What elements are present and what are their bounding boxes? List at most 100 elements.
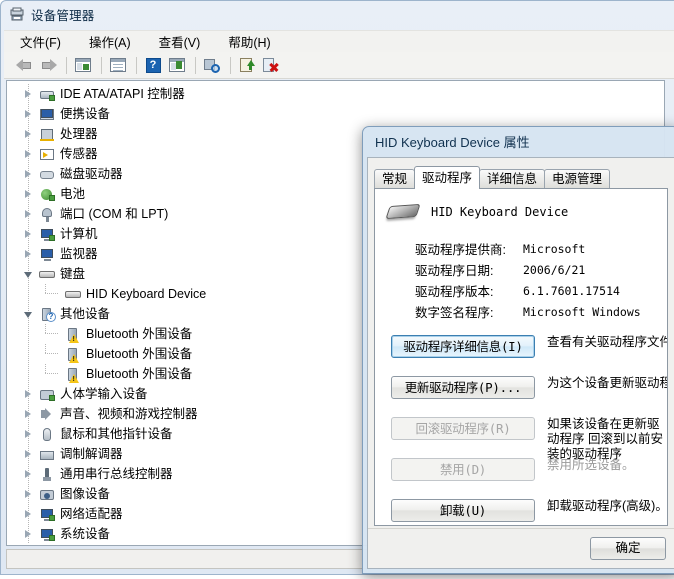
tree-expand-toggle[interactable] xyxy=(24,190,33,199)
driver-signer-row: 数字签名程序: Microsoft Windows xyxy=(415,301,667,322)
update-driver-button[interactable]: 更新驱动程序(P)... xyxy=(391,376,535,399)
show-hide-action-pane-button[interactable] xyxy=(166,54,188,76)
tree-expand-toggle[interactable] xyxy=(24,270,33,279)
toolbar-separator xyxy=(101,56,102,74)
forward-button[interactable] xyxy=(37,54,59,76)
dialog-footer: 确定 xyxy=(368,528,674,568)
window-titlebar: 设备管理器 xyxy=(1,1,674,28)
roll-back-driver-button: 回滚驱动程序(R) xyxy=(391,417,535,440)
tree-expand-toggle[interactable] xyxy=(24,170,33,179)
update-driver-icon xyxy=(239,57,255,73)
tree-expand-toggle[interactable] xyxy=(24,250,33,259)
driver-signer-value: Microsoft Windows xyxy=(523,304,641,319)
tree-expand-toggle[interactable] xyxy=(24,450,33,459)
tree-expand-toggle[interactable] xyxy=(24,90,33,99)
computer-icon xyxy=(39,227,55,242)
processor-icon xyxy=(39,127,55,142)
usb-icon xyxy=(39,467,55,482)
back-button[interactable] xyxy=(13,54,35,76)
toolbar: ? xyxy=(4,52,674,79)
device-name: HID Keyboard Device xyxy=(431,205,569,219)
disable-device-description: 禁用所选设备。 xyxy=(547,458,635,472)
help-question-icon: ? xyxy=(145,57,161,73)
tree-item-label: 键盘 xyxy=(60,266,86,281)
arrow-right-icon xyxy=(40,58,57,72)
tree-expand-toggle[interactable] xyxy=(24,230,33,239)
driver-version-label: 驱动程序版本: xyxy=(415,285,494,299)
action-pane-icon xyxy=(169,58,185,72)
imaging-device-icon xyxy=(39,487,55,502)
arrow-left-icon xyxy=(15,58,33,72)
tree-expand-toggle[interactable] xyxy=(24,310,33,319)
driver-tab-pane: HID Keyboard Device 驱动程序提供商: Microsoft 驱… xyxy=(374,188,668,526)
tree-item-label: 通用串行总线控制器 xyxy=(60,466,173,481)
driver-details-button[interactable]: 驱动程序详细信息(I) xyxy=(391,335,535,358)
scan-hardware-changes-button[interactable] xyxy=(201,54,223,76)
ide-controller-icon xyxy=(39,87,55,102)
tree-expand-toggle[interactable] xyxy=(24,430,33,439)
roll-back-driver-description: 如果该设备在更新驱动程序 回滚到以前安装的驱动程序 xyxy=(547,417,663,461)
driver-info-table: 驱动程序提供商: Microsoft 驱动程序日期: 2006/6/21 驱动程… xyxy=(415,238,667,322)
console-tree-icon xyxy=(75,58,91,72)
tree-expand-toggle[interactable] xyxy=(24,110,33,119)
dialog-titlebar: HID Keyboard Device 属性 xyxy=(367,127,674,156)
tree-expand-toggle[interactable] xyxy=(24,150,33,159)
tree-item-label: 监视器 xyxy=(60,246,98,261)
portable-device-icon xyxy=(39,107,55,122)
uninstall-driver-button[interactable]: 卸载(U) xyxy=(391,499,535,522)
system-device-icon xyxy=(39,527,55,542)
toolbar-separator xyxy=(195,56,196,74)
driver-date-label: 驱动程序日期: xyxy=(415,264,494,278)
tab-driver[interactable]: 驱动程序 xyxy=(414,166,481,189)
menu-help[interactable]: 帮助(H) xyxy=(226,31,272,52)
tab-details[interactable]: 详细信息 xyxy=(479,169,546,189)
tree-item-label: 其他设备 xyxy=(60,306,111,321)
tree-item[interactable]: 便携设备 xyxy=(7,104,664,124)
disk-drive-icon xyxy=(39,167,55,182)
tree-expand-toggle[interactable] xyxy=(24,410,33,419)
ok-button[interactable]: 确定 xyxy=(590,537,666,560)
properties-window-icon xyxy=(110,58,126,72)
tab-general[interactable]: 常规 xyxy=(374,169,416,189)
keyboard-icon xyxy=(385,200,421,226)
update-driver-button[interactable] xyxy=(236,54,258,76)
menu-action[interactable]: 操作(A) xyxy=(87,31,133,52)
driver-version-row: 驱动程序版本: 6.1.7601.17514 xyxy=(415,280,667,301)
tree-guide-line xyxy=(28,364,29,384)
driver-date-value: 2006/6/21 xyxy=(523,262,586,277)
help-button[interactable]: ? xyxy=(142,54,164,76)
driver-provider-label: 驱动程序提供商: xyxy=(415,243,506,257)
tree-item-label: IDE ATA/ATAPI 控制器 xyxy=(60,86,185,101)
tree-item[interactable]: IDE ATA/ATAPI 控制器 xyxy=(7,84,664,104)
tree-expand-toggle[interactable] xyxy=(24,490,33,499)
battery-icon xyxy=(39,187,55,202)
tree-item-label: 便携设备 xyxy=(60,106,111,121)
dialog-body: 常规 驱动程序 详细信息 电源管理 HID Keyboard Device 驱动… xyxy=(367,157,674,569)
tree-expand-toggle[interactable] xyxy=(24,210,33,219)
driver-details-description: 查看有关驱动程序文件的详 xyxy=(547,335,667,349)
tab-power-management[interactable]: 电源管理 xyxy=(544,169,611,189)
tree-expand-toggle[interactable] xyxy=(24,530,33,539)
properties-button[interactable] xyxy=(107,54,129,76)
uninstall-device-button[interactable] xyxy=(260,54,282,76)
uninstall-driver-row: 卸载(U) 卸载驱动程序(高级)。 xyxy=(391,499,667,525)
tree-item-label: Bluetooth 外围设备 xyxy=(86,326,193,341)
tree-expand-toggle[interactable] xyxy=(24,510,33,519)
tree-expand-toggle[interactable] xyxy=(24,470,33,479)
show-hide-console-tree-button[interactable] xyxy=(72,54,94,76)
tree-item-label: 端口 (COM 和 LPT) xyxy=(60,206,169,221)
modem-icon xyxy=(39,447,55,462)
tree-item-label: 处理器 xyxy=(60,126,98,141)
keyboard-icon xyxy=(39,267,55,282)
window-title: 设备管理器 xyxy=(31,9,95,23)
device-header: HID Keyboard Device xyxy=(375,189,667,226)
tree-expand-toggle[interactable] xyxy=(24,390,33,399)
menu-view[interactable]: 查看(V) xyxy=(157,31,203,52)
monitor-icon xyxy=(39,247,55,262)
menu-file[interactable]: 文件(F) xyxy=(18,31,63,52)
tree-item-label: 图像设备 xyxy=(60,486,111,501)
tree-guide-line xyxy=(45,353,59,354)
driver-signer-label: 数字签名程序: xyxy=(415,306,494,320)
tree-expand-toggle[interactable] xyxy=(24,130,33,139)
tree-item-label: 系统设备 xyxy=(60,526,111,541)
